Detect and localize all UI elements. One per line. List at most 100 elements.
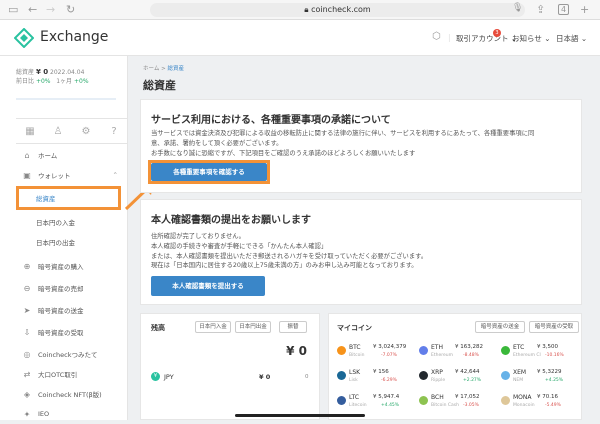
coin-tile[interactable]: LSK ¥ 156 Lisk -6.29% (337, 367, 417, 391)
send-icon: ➤ (23, 305, 31, 315)
sidebar-item-label: 大口OTC取引 (38, 371, 78, 379)
terms-text-line: お手数になり誠に恐縮ですが、下記項目をご確認のうえ承諾のほどよろしくお願いいたし… (151, 149, 416, 157)
help-icon[interactable]: ? (100, 119, 128, 145)
sidebar-item-wallet[interactable]: ▣ ウォレット ⌃ (16, 165, 128, 185)
gear-icon[interactable]: ⚙ (72, 119, 100, 145)
sidebar-toggle-icon[interactable]: ▭ (8, 3, 18, 16)
notice-menu[interactable]: お知らせ ⌄ (512, 33, 551, 44)
highlight-box-total-assets (16, 186, 121, 210)
tsumitate-icon: ◎ (23, 349, 31, 359)
breadcrumb-current: 総資産 (167, 66, 184, 72)
add-tab-icon[interactable]: + (580, 3, 589, 16)
coin-grid: BTC ¥ 3,024,379 Bitcoin -7.07% ETH ¥ 163,282 E… (337, 342, 581, 420)
back-icon[interactable]: ← (28, 3, 37, 16)
coin-icon (419, 346, 428, 355)
terms-text-line: 意、承諾、署約をして頂く必要がございます。 (151, 139, 283, 147)
coin-tile[interactable]: ETH ¥ 163,282 Ethereum -8.48% (419, 342, 499, 366)
coin-change: -10.16% (545, 353, 564, 358)
balance-sparkline (16, 87, 116, 103)
coin-symbol: LSK (349, 369, 361, 376)
user-icon[interactable]: ♙ (44, 119, 72, 145)
sidebar-item-jpy-deposit[interactable]: 日本円の入金 (16, 212, 128, 232)
coin-symbol: BCH (431, 394, 444, 401)
coin-price: ¥ 156 (373, 369, 389, 375)
share-icon[interactable]: ⇪ (536, 3, 545, 16)
coin-symbol: ETH (431, 344, 443, 351)
coin-icon (419, 371, 428, 380)
coin-tile[interactable]: XRP ¥ 42,644 Ripple +2.27% (419, 367, 499, 391)
sidebar-item-home[interactable]: ⌂ ホーム (16, 145, 128, 165)
sidebar-item-sell[interactable]: ⊖ 暗号資産の売却 (16, 278, 128, 298)
coin-tile[interactable]: BTC ¥ 3,024,379 Bitcoin -7.07% (337, 342, 417, 366)
coin-symbol: MONA (513, 394, 532, 401)
sidebar-item-otc[interactable]: ⇄ 大口OTC取引 (16, 364, 128, 384)
wallet-icon: ▣ (23, 170, 31, 180)
sidebar-item-label: ウォレット (38, 172, 71, 180)
coin-icon (419, 396, 428, 405)
submit-identity-button[interactable]: 本人確認書類を提出する (151, 276, 265, 296)
transfer-button[interactable]: 振替 (279, 321, 307, 333)
balance-label: 総資産 (16, 69, 35, 76)
coin-tile[interactable]: LTC ¥ 5,947.4 Litecoin +4.45% (337, 392, 417, 416)
sell-icon: ⊖ (23, 283, 31, 293)
mycoin-card-title: マイコイン (337, 324, 372, 332)
crypto-send-button[interactable]: 暗号資産の送金 (475, 321, 525, 333)
change-value: +0% (35, 78, 51, 85)
address-bar[interactable]: 🔒︎ coincheck.com (150, 3, 525, 17)
coin-symbol: BTC (349, 344, 361, 351)
sidebar-item-send[interactable]: ➤ 暗号資産の送金 (16, 300, 128, 320)
coin-name: Ethereum (431, 353, 453, 358)
cube-icon[interactable]: ⬡ (432, 31, 441, 42)
jpy-deposit-button[interactable]: 日本円入金 (195, 321, 231, 333)
reload-icon[interactable]: ↻ (66, 3, 75, 16)
sidebar-item-buy[interactable]: ⊕ 暗号資産の購入 (16, 256, 128, 276)
otc-icon: ⇄ (23, 369, 31, 379)
grid-icon[interactable]: ▦ (16, 119, 44, 145)
coin-name: NEM (513, 378, 524, 383)
sidebar-item-label: 暗号資産の購入 (38, 263, 84, 271)
coin-icon (501, 371, 510, 380)
identity-text-line: 住所確認が完了しておりません。 (151, 233, 245, 240)
coin-tile[interactable]: MONA ¥ 70.16 Monacoin -5.49% (501, 392, 581, 416)
language-menu[interactable]: 日本語 ⌄ (556, 33, 587, 44)
coin-change: -7.07% (381, 353, 397, 358)
tab-count[interactable]: 4 (558, 4, 570, 15)
coin-price: ¥ 17,052 (455, 394, 480, 400)
mic-icon[interactable]: 🎙︎ (512, 3, 523, 13)
coin-name: Bitcoin Cash (431, 403, 459, 408)
identity-text-line: 現在は「日本国内に居住する20歳以上75歳未満の方」のみお申し込み可能となってお… (151, 262, 418, 270)
coin-tile[interactable]: BCH ¥ 17,052 Bitcoin Cash -3.05% (419, 392, 499, 416)
coin-tile[interactable]: ETC ¥ 3,500 Ethereum Cl -10.16% (501, 342, 581, 366)
terms-card-title: サービス利用における、各種重要事項の承諾について (151, 115, 391, 126)
buy-icon: ⊕ (23, 261, 31, 271)
sidebar-item-tsumitate[interactable]: ◎ Coincheckつみたて (16, 344, 128, 364)
identity-text-line: 本人確認の手続きや審査が手軽にできる「かんたん本人確認」 (151, 242, 328, 250)
coin-tile[interactable]: XEM ¥ 5,3229 NEM +4.25% (501, 367, 581, 391)
coin-name: Lisk (349, 378, 358, 383)
sidebar-item-ieo[interactable]: ✦ IEO (16, 404, 128, 424)
sidebar-item-nft[interactable]: ◈ Coincheck NFT(β版) (16, 384, 128, 404)
identity-text-line: または、本人確認書類を提出いただき郵送されるハガキを受け取っていただく必要がござ… (151, 252, 428, 260)
sidebar-item-label: 暗号資産の受取 (38, 329, 84, 337)
sidebar-item-receive[interactable]: ⇩ 暗号資産の受取 (16, 322, 128, 342)
coin-price: ¥ 3,024,379 (373, 344, 407, 350)
coin-price: ¥ 5,3229 (537, 369, 562, 375)
coin-name: Bitcoin (349, 353, 365, 358)
jpy-withdraw-button[interactable]: 日本円出金 (235, 321, 271, 333)
breadcrumb-home[interactable]: ホーム (143, 66, 159, 72)
coin-name: Ethereum Cl (513, 353, 541, 358)
forward-icon[interactable]: → (46, 3, 55, 16)
home-indicator (235, 414, 365, 417)
balance-summary: 総資産 ¥ 0 2022.04.04 (16, 67, 84, 76)
balance-date: 2022.04.04 (50, 69, 85, 76)
sidebar-item-jpy-withdraw[interactable]: 日本円の出金 (16, 232, 128, 252)
account-menu[interactable]: 取引アカウント ⌄ (456, 33, 517, 44)
sidebar-item-label: 暗号資産の売却 (38, 285, 84, 293)
sidebar-item-label: 日本円の入金 (36, 219, 75, 227)
highlight-box-terms-button (148, 160, 270, 184)
crypto-receive-button[interactable]: 暗号資産の受取 (529, 321, 579, 333)
coincheck-logo-icon[interactable] (14, 28, 34, 48)
sidebar-item-label: 日本円の出金 (36, 239, 75, 247)
coin-price: ¥ 42,644 (455, 369, 480, 375)
app-header: Exchange ⬡ | 取引アカウント ⌄ 3 お知らせ ⌄ 日本語 ⌄ (0, 20, 600, 56)
